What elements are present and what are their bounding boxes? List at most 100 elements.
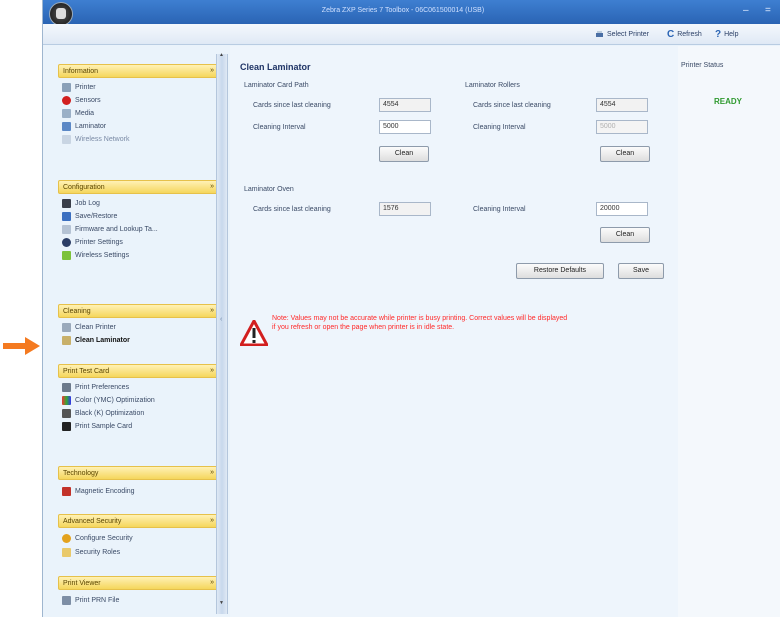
- page-title: Clean Laminator: [240, 62, 311, 72]
- rollers-clean-button[interactable]: Clean: [600, 146, 650, 162]
- sidebar-item-label: Sensors: [75, 96, 101, 104]
- sidebar-item-print-preferences[interactable]: Print Preferences: [62, 381, 129, 393]
- group-print-viewer[interactable]: Print Viewer »: [58, 576, 222, 590]
- sidebar-item-firmware[interactable]: Firmware and Lookup Ta...: [62, 223, 158, 235]
- group-technology[interactable]: Technology »: [58, 466, 222, 480]
- group-label: Advanced Security: [63, 518, 122, 525]
- printer-icon: [62, 82, 71, 92]
- maximize-icon[interactable]: =: [765, 5, 771, 16]
- print-preferences-icon: [62, 382, 71, 392]
- minimize-icon[interactable]: –: [743, 5, 749, 16]
- sensor-icon: [62, 95, 71, 105]
- scroll-up-icon[interactable]: ▲: [219, 52, 224, 58]
- group-label: Information: [63, 68, 99, 75]
- sidebar-item-label: Wireless Network: [75, 135, 130, 143]
- sidebar-item-label: Configure Security: [75, 534, 133, 542]
- oven-interval-label: Cleaning Interval: [473, 206, 526, 213]
- oven-section-label: Laminator Oven: [244, 186, 294, 193]
- clean-laminator-icon: [62, 335, 71, 345]
- card-path-interval-field[interactable]: 5000: [379, 120, 431, 134]
- laminator-icon: [62, 121, 71, 131]
- refresh-button[interactable]: C Refresh: [667, 28, 702, 40]
- collapse-icon[interactable]: »: [210, 579, 214, 586]
- collapse-icon[interactable]: »: [210, 67, 214, 74]
- sidebar-item-clean-laminator[interactable]: Clean Laminator: [62, 334, 130, 346]
- sample-card-icon: [62, 421, 71, 431]
- group-print-test-card[interactable]: Print Test Card »: [58, 364, 222, 378]
- sidebar-item-wireless-network[interactable]: Wireless Network: [62, 133, 129, 145]
- rollers-interval-field[interactable]: 5000: [596, 120, 648, 134]
- refresh-icon: C: [667, 28, 675, 40]
- sidebar-item-label: Print Sample Card: [75, 422, 133, 430]
- sidebar-item-job-log[interactable]: Job Log: [62, 197, 100, 209]
- sidebar-item-label: Printer: [75, 83, 96, 91]
- card-path-interval-label: Cleaning Interval: [253, 124, 306, 131]
- sidebar-item-label: Media: [75, 109, 95, 117]
- sidebar-item-save-restore[interactable]: Save/Restore: [62, 210, 117, 222]
- sidebar-item-label: Laminator: [75, 122, 107, 130]
- sidebar-item-label: Black (K) Optimization: [75, 409, 145, 417]
- sidebar-item-label: Firmware and Lookup Ta...: [75, 225, 158, 233]
- collapse-icon[interactable]: »: [210, 367, 214, 374]
- sidebar-item-magnetic-encoding[interactable]: Magnetic Encoding: [62, 485, 135, 497]
- collapse-icon[interactable]: »: [210, 307, 214, 314]
- group-information[interactable]: Information »: [58, 64, 222, 78]
- sidebar-item-color-optimization[interactable]: Color (YMC) Optimization: [62, 394, 155, 406]
- card-path-section-label: Laminator Card Path: [244, 82, 309, 89]
- oven-clean-button[interactable]: Clean: [600, 227, 650, 243]
- sidebar-item-print-sample-card[interactable]: Print Sample Card: [62, 420, 132, 432]
- select-printer-button[interactable]: Select Printer: [595, 28, 649, 40]
- sidebar-item-label: Print Preferences: [75, 383, 130, 391]
- help-button[interactable]: ? Help: [715, 28, 739, 40]
- restore-defaults-button[interactable]: Restore Defaults: [516, 263, 604, 279]
- sidebar-item-print-prn-file[interactable]: Print PRN File: [62, 594, 119, 606]
- card-path-clean-button[interactable]: Clean: [379, 146, 429, 162]
- refresh-label: Refresh: [677, 30, 702, 38]
- printer-status-value: READY: [714, 97, 743, 106]
- printer-select-icon: [596, 30, 603, 37]
- pointer-arrow-icon: [3, 337, 40, 355]
- sidebar-item-media[interactable]: Media: [62, 107, 94, 119]
- roles-icon: [62, 547, 71, 557]
- collapse-icon[interactable]: »: [210, 469, 214, 476]
- app-logo-icon[interactable]: [49, 2, 73, 26]
- card-path-since-label: Cards since last cleaning: [253, 102, 331, 109]
- sidebar-item-configure-security[interactable]: Configure Security: [62, 532, 133, 544]
- sidebar-item-black-optimization[interactable]: Black (K) Optimization: [62, 407, 144, 419]
- sidebar-item-printer[interactable]: Printer: [62, 81, 96, 93]
- group-label: Print Viewer: [63, 580, 101, 587]
- job-log-icon: [62, 198, 71, 208]
- sidebar-item-label: Print PRN File: [75, 596, 120, 604]
- sidebar-item-sensors[interactable]: Sensors: [62, 94, 101, 106]
- title-bar: Zebra ZXP Series 7 Toolbox - 06C06150001…: [43, 0, 780, 26]
- rollers-since-label: Cards since last cleaning: [473, 102, 551, 109]
- sidebar-item-clean-printer[interactable]: Clean Printer: [62, 321, 116, 333]
- firmware-icon: [62, 224, 71, 234]
- card-path-since-field[interactable]: 4554: [379, 98, 431, 112]
- sidebar-item-printer-settings[interactable]: Printer Settings: [62, 236, 123, 248]
- group-advanced-security[interactable]: Advanced Security »: [58, 514, 222, 528]
- sidebar-item-laminator[interactable]: Laminator: [62, 120, 106, 132]
- select-printer-label: Select Printer: [607, 30, 650, 38]
- sidebar-item-label: Clean Laminator: [75, 336, 130, 344]
- oven-since-field[interactable]: 1576: [379, 202, 431, 216]
- help-icon: ?: [715, 28, 722, 40]
- rollers-since-field[interactable]: 4554: [596, 98, 648, 112]
- sidebar-item-security-roles[interactable]: Security Roles: [62, 546, 120, 558]
- group-configuration[interactable]: Configuration »: [58, 180, 222, 194]
- splitter[interactable]: ‹: [216, 54, 228, 614]
- color-optimization-icon: [62, 395, 71, 405]
- oven-interval-field[interactable]: 20000: [596, 202, 648, 216]
- collapse-icon[interactable]: »: [210, 517, 214, 524]
- oven-since-label: Cards since last cleaning: [253, 206, 331, 213]
- sidebar-item-label: Save/Restore: [75, 212, 118, 220]
- sidebar-item-wireless-settings[interactable]: Wireless Settings: [62, 249, 129, 261]
- sidebar-item-label: Printer Settings: [75, 238, 123, 246]
- collapse-icon[interactable]: »: [210, 183, 214, 190]
- status-panel: [678, 46, 780, 617]
- group-cleaning[interactable]: Cleaning »: [58, 304, 222, 318]
- group-label: Cleaning: [63, 308, 91, 315]
- scroll-down-icon[interactable]: ▼: [219, 600, 224, 606]
- rollers-section-label: Laminator Rollers: [465, 82, 520, 89]
- save-button[interactable]: Save: [618, 263, 664, 279]
